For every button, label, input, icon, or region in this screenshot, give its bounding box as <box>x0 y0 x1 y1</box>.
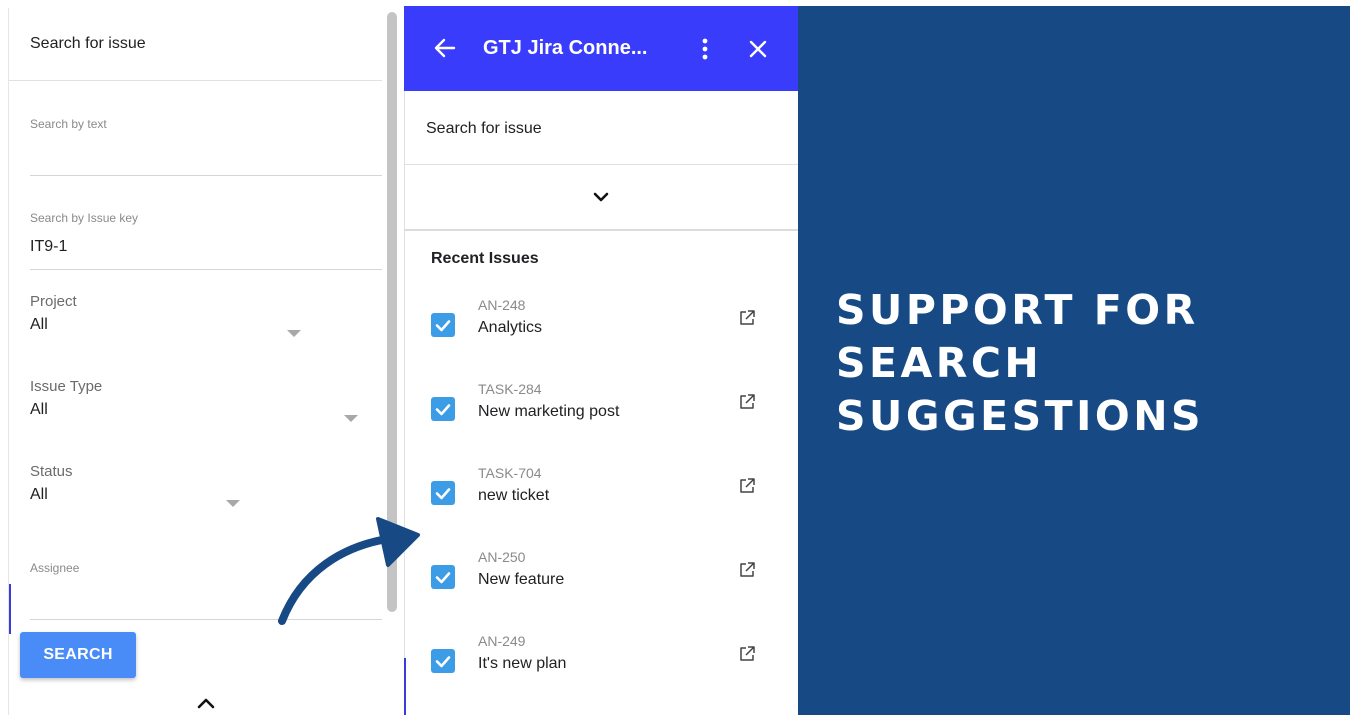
search-by-key-field[interactable]: Search by Issue key IT9-1 <box>30 211 382 271</box>
close-icon[interactable] <box>749 40 767 58</box>
project-label: Project <box>30 293 77 310</box>
connector-sidebar: GTJ Jira Conne... Search for issue Recen… <box>404 6 798 715</box>
list-item[interactable]: AN-248 Analytics <box>404 297 798 367</box>
field-underline <box>30 175 382 176</box>
checkbox-checked-icon[interactable] <box>431 397 455 421</box>
search-by-key-value[interactable]: IT9-1 <box>30 238 67 256</box>
list-item[interactable]: TASK-704 new ticket <box>404 465 798 535</box>
recent-issues-heading: Recent Issues <box>431 250 539 267</box>
project-select[interactable]: Project All <box>30 293 382 343</box>
promo-banner: SUPPORT FOR SEARCH SUGGESTIONS <box>798 6 1350 715</box>
app-screen: Search for issue Search by text Search b… <box>0 0 1350 715</box>
search-by-key-label: Search by Issue key <box>30 211 139 225</box>
project-value: All <box>30 316 48 333</box>
headline-line: SUGGESTIONS <box>836 392 1205 440</box>
dropdown-caret-icon[interactable] <box>344 415 358 422</box>
back-arrow-icon[interactable] <box>434 38 456 58</box>
chevron-down-icon[interactable] <box>593 192 609 202</box>
checkbox-checked-icon[interactable] <box>431 313 455 337</box>
status-label: Status <box>30 463 73 480</box>
issue-type-select[interactable]: Issue Type All <box>30 378 382 428</box>
external-link-icon[interactable] <box>738 393 756 411</box>
issue-key: AN-248 <box>478 297 526 313</box>
issue-key: TASK-284 <box>478 381 542 397</box>
issue-summary[interactable]: New marketing post <box>478 403 619 421</box>
selection-edge <box>9 584 11 634</box>
checkbox-checked-icon[interactable] <box>431 481 455 505</box>
list-item[interactable]: AN-250 New feature <box>404 549 798 619</box>
issue-summary[interactable]: new ticket <box>478 487 549 505</box>
app-topbar: GTJ Jira Conne... <box>404 6 798 91</box>
issue-summary[interactable]: It's new plan <box>478 655 566 673</box>
dropdown-caret-icon[interactable] <box>287 330 301 337</box>
external-link-icon[interactable] <box>738 561 756 579</box>
status-select[interactable]: Status All <box>30 463 382 513</box>
curved-arrow-icon <box>278 517 420 625</box>
selection-edge <box>404 658 406 715</box>
headline-line: SEARCH <box>836 339 1043 387</box>
list-item[interactable]: AN-249 It's new plan <box>404 633 798 703</box>
expand-search-toggle[interactable] <box>404 165 798 231</box>
search-by-text-field[interactable]: Search by text <box>30 117 382 177</box>
list-item[interactable]: TASK-284 New marketing post <box>404 381 798 451</box>
search-by-text-label: Search by text <box>30 117 107 131</box>
search-header[interactable]: Search for issue <box>404 91 798 165</box>
headline-line: SUPPORT FOR <box>836 286 1199 334</box>
app-title: GTJ Jira Conne... <box>483 37 648 59</box>
checkbox-checked-icon[interactable] <box>431 565 455 589</box>
dropdown-caret-icon[interactable] <box>226 500 240 507</box>
issue-type-value: All <box>30 401 48 418</box>
panel-title: Search for issue <box>9 8 382 81</box>
chevron-up-icon[interactable] <box>196 696 216 710</box>
issue-summary[interactable]: New feature <box>478 571 564 589</box>
issue-summary[interactable]: Analytics <box>478 319 542 337</box>
issue-type-label: Issue Type <box>30 378 103 395</box>
issue-key: AN-249 <box>478 633 526 649</box>
kebab-menu-icon[interactable] <box>700 37 710 61</box>
status-value: All <box>30 486 48 503</box>
issue-key: AN-250 <box>478 549 526 565</box>
external-link-icon[interactable] <box>738 477 756 495</box>
external-link-icon[interactable] <box>738 309 756 327</box>
search-button[interactable]: SEARCH <box>20 632 136 678</box>
field-underline <box>30 269 382 270</box>
promo-headline: SUPPORT FOR SEARCH SUGGESTIONS <box>836 284 1204 443</box>
issue-key: TASK-704 <box>478 465 542 481</box>
checkbox-checked-icon[interactable] <box>431 649 455 673</box>
external-link-icon[interactable] <box>738 645 756 663</box>
